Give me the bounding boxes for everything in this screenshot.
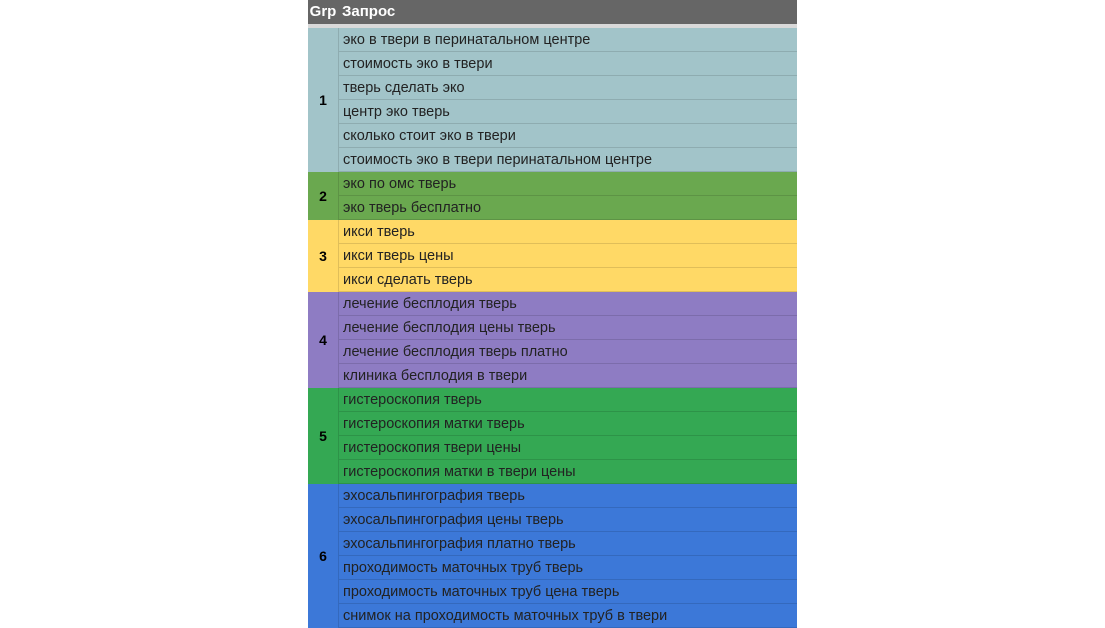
group-number-cell[interactable]: 6 xyxy=(308,484,339,628)
query-cell[interactable]: гистероскопия матки тверь xyxy=(339,412,797,436)
group-query-list: гистероскопия тверь гистероскопия матки т… xyxy=(339,388,797,484)
group-number-cell[interactable]: 2 xyxy=(308,172,339,220)
query-cell[interactable]: стоимость эко в твери xyxy=(339,52,797,76)
group-number-cell[interactable]: 5 xyxy=(308,388,339,484)
query-cell[interactable]: сколько стоит эко в твери xyxy=(339,124,797,148)
keyword-grouping-table: Grp Запрос 1 эко в твери в перинатальном … xyxy=(308,0,797,628)
query-cell[interactable]: тверь сделать эко xyxy=(339,76,797,100)
query-cell[interactable]: лечение бесплодия цены тверь xyxy=(339,316,797,340)
query-cell[interactable]: эхосальпингография тверь xyxy=(339,484,797,508)
query-cell[interactable]: проходимость маточных труб цена тверь xyxy=(339,580,797,604)
query-cell[interactable]: снимок на проходимость маточных труб в т… xyxy=(339,604,797,628)
query-cell[interactable]: стоимость эко в твери перинатальном цент… xyxy=(339,148,797,172)
query-cell[interactable]: эко по омс тверь xyxy=(339,172,797,196)
group-block-5: 5 гистероскопия тверь гистероскопия матки … xyxy=(308,388,797,484)
group-query-list: икси тверь икси тверь цены икси сделать тв… xyxy=(339,220,797,292)
group-query-list: эко в твери в перинатальном центре стоимо… xyxy=(339,28,797,172)
query-cell[interactable]: клиника бесплодия в твери xyxy=(339,364,797,388)
group-block-6: 6 эхосальпингография тверь эхосальпингогра… xyxy=(308,484,797,628)
group-number-cell[interactable]: 3 xyxy=(308,220,339,292)
query-cell[interactable]: гистероскопия тверь xyxy=(339,388,797,412)
query-cell[interactable]: лечение бесплодия тверь xyxy=(339,292,797,316)
group-block-4: 4 лечение бесплодия тверь лечение бесплоди… xyxy=(308,292,797,388)
table-header-row: Grp Запрос xyxy=(308,0,797,24)
group-number-cell[interactable]: 4 xyxy=(308,292,339,388)
group-list: 1 эко в твери в перинатальном центре стоим… xyxy=(308,28,797,628)
column-header-group[interactable]: Grp xyxy=(308,0,338,24)
group-query-list: эхосальпингография тверь эхосальпингограф… xyxy=(339,484,797,628)
query-cell[interactable]: эко тверь бесплатно xyxy=(339,196,797,220)
group-block-1: 1 эко в твери в перинатальном центре стоим… xyxy=(308,28,797,172)
group-number-cell[interactable]: 1 xyxy=(308,28,339,172)
query-cell[interactable]: гистероскопия твери цены xyxy=(339,436,797,460)
query-cell[interactable]: эхосальпингография платно тверь xyxy=(339,532,797,556)
group-block-3: 3 икси тверь икси тверь цены икси сделать т… xyxy=(308,220,797,292)
query-cell[interactable]: эхосальпингография цены тверь xyxy=(339,508,797,532)
query-cell[interactable]: икси сделать тверь xyxy=(339,268,797,292)
group-query-list: лечение бесплодия тверь лечение бесплодия… xyxy=(339,292,797,388)
query-cell[interactable]: эко в твери в перинатальном центре xyxy=(339,28,797,52)
query-cell[interactable]: центр эко тверь xyxy=(339,100,797,124)
query-cell[interactable]: икси тверь цены xyxy=(339,244,797,268)
query-cell[interactable]: лечение бесплодия тверь платно xyxy=(339,340,797,364)
query-cell[interactable]: проходимость маточных труб тверь xyxy=(339,556,797,580)
group-block-2: 2 эко по омс тверь эко тверь бесплатно xyxy=(308,172,797,220)
query-cell[interactable]: икси тверь xyxy=(339,220,797,244)
query-cell[interactable]: гистероскопия матки в твери цены xyxy=(339,460,797,484)
group-query-list: эко по омс тверь эко тверь бесплатно xyxy=(339,172,797,220)
column-header-query[interactable]: Запрос xyxy=(338,0,395,24)
